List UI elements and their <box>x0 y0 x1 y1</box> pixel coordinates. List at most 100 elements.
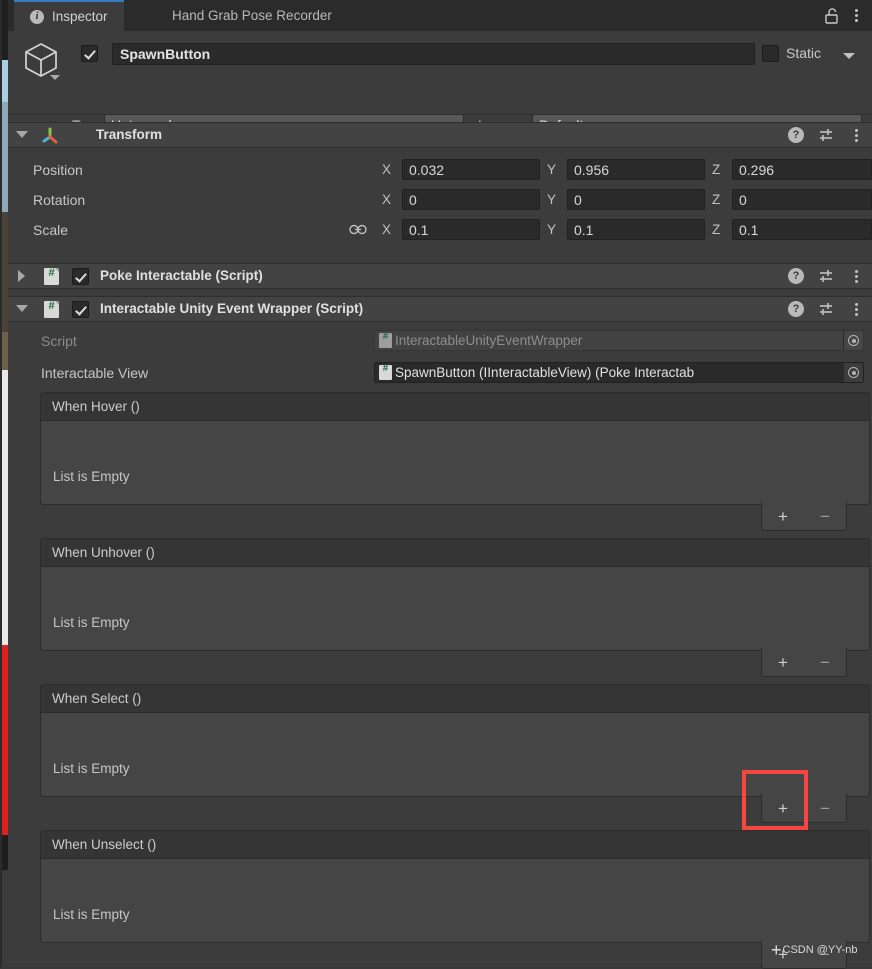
position-x-value: 0.032 <box>409 161 445 178</box>
scale-y-input[interactable]: 0.1 <box>567 219 705 240</box>
rotation-z-input[interactable]: 0 <box>732 189 872 210</box>
axis-label-y: Y <box>547 222 557 237</box>
when-unhover-list-toolbar: + − <box>761 648 847 677</box>
transform-title: Transform <box>96 127 163 142</box>
when-select-add-button[interactable]: + <box>762 794 804 822</box>
when-unhover-remove-button[interactable]: − <box>804 648 846 676</box>
inspector-panel: i Inspector Hand Grab Pose Recorder Spaw… <box>8 0 872 969</box>
static-checkbox[interactable] <box>762 45 779 62</box>
poke-interactable-foldout-icon[interactable] <box>18 270 25 282</box>
kebab-menu-icon[interactable] <box>848 9 864 22</box>
watermark: + CSDN @YY-nb <box>771 941 857 959</box>
info-icon: i <box>30 9 44 24</box>
when-unselect-title: When Unselect () <box>41 831 869 859</box>
position-z-value: 0.296 <box>739 161 775 178</box>
preset-sliders-icon[interactable] <box>818 268 834 284</box>
transform-foldout-icon[interactable] <box>16 131 28 138</box>
tab-bar-actions <box>822 0 872 31</box>
axis-label-z: Z <box>712 162 721 177</box>
event-block-when-hover: When Hover () List is Empty <box>40 392 870 505</box>
position-y-input[interactable]: 0.956 <box>567 159 705 180</box>
axis-label-x: X <box>382 162 392 177</box>
interactable-view-label: Interactable View <box>41 365 149 381</box>
tab-hand-grab-pose-recorder-label: Hand Grab Pose Recorder <box>172 8 332 23</box>
wrapper-body: Script InteractableUnityEventWrapper Int… <box>8 325 872 395</box>
gameobject-enabled-checkbox[interactable] <box>81 45 98 62</box>
script-icon <box>44 300 59 318</box>
rotation-x-value: 0 <box>409 191 417 208</box>
help-icon[interactable]: ? <box>788 127 804 143</box>
poke-interactable-header-actions: ? <box>788 268 864 284</box>
rotation-y-input[interactable]: 0 <box>567 189 705 210</box>
position-z-input[interactable]: 0.296 <box>732 159 872 180</box>
inspector-window: i Inspector Hand Grab Pose Recorder Spaw… <box>0 0 872 969</box>
event-block-when-select: When Select () List is Empty <box>40 684 870 797</box>
transform-row-scale: Scale X 0.1 Y 0.1 Z 0.1 <box>8 218 872 244</box>
scale-x-input[interactable]: 0.1 <box>402 219 540 240</box>
gameobject-header: SpawnButton Static Tag Untagged Layer De… <box>8 31 872 135</box>
transform-axis-icon <box>41 127 59 145</box>
axis-label-z: Z <box>712 192 721 207</box>
wrapper-title: Interactable Unity Event Wrapper (Script… <box>100 301 364 316</box>
preset-sliders-icon[interactable] <box>818 301 834 317</box>
wrapper-enabled-checkbox[interactable] <box>72 301 89 318</box>
when-hover-add-button[interactable]: + <box>762 502 804 530</box>
when-unhover-title: When Unhover () <box>41 539 869 567</box>
script-value: InteractableUnityEventWrapper <box>395 333 583 348</box>
when-unselect-empty-text: List is Empty <box>53 907 130 922</box>
rotation-x-input[interactable]: 0 <box>402 189 540 210</box>
when-select-remove-button[interactable]: − <box>804 794 846 822</box>
position-x-input[interactable]: 0.032 <box>402 159 540 180</box>
constrain-proportions-link-icon[interactable] <box>349 224 367 235</box>
gameobject-name-input[interactable]: SpawnButton <box>112 43 755 65</box>
axis-label-y: Y <box>547 162 557 177</box>
tab-inspector-label: Inspector <box>52 9 108 24</box>
lock-open-icon[interactable] <box>822 7 842 25</box>
transform-body: Position X 0.032 Y 0.956 Z 0.296 Rotatio… <box>8 150 872 258</box>
axis-label-z: Z <box>712 222 721 237</box>
scale-z-input[interactable]: 0.1 <box>732 219 872 240</box>
when-hover-title: When Hover () <box>41 393 869 421</box>
component-header-poke-interactable[interactable]: Poke Interactable (Script) ? <box>8 263 872 289</box>
wrapper-foldout-icon[interactable] <box>16 305 28 312</box>
interactable-view-object-field[interactable]: SpawnButton (IInteractableView) (Poke In… <box>374 362 864 383</box>
static-dropdown-caret-icon[interactable] <box>843 53 855 59</box>
when-hover-empty-text: List is Empty <box>53 469 130 484</box>
kebab-menu-icon[interactable] <box>848 302 864 316</box>
help-icon[interactable]: ? <box>788 268 804 284</box>
component-header-transform[interactable]: Transform ? <box>8 122 872 148</box>
help-icon[interactable]: ? <box>788 301 804 317</box>
script-icon <box>379 363 392 380</box>
when-unselect-list: List is Empty <box>41 859 869 942</box>
poke-interactable-enabled-checkbox[interactable] <box>72 268 89 285</box>
scale-x-value: 0.1 <box>409 221 429 238</box>
event-block-when-unhover: When Unhover () List is Empty <box>40 538 870 651</box>
preset-sliders-icon[interactable] <box>818 127 834 143</box>
gameobject-name-value: SpawnButton <box>120 46 211 62</box>
transform-row-position: Position X 0.032 Y 0.956 Z 0.296 <box>8 158 872 184</box>
when-unhover-add-button[interactable]: + <box>762 648 804 676</box>
script-label: Script <box>41 333 77 349</box>
tab-hand-grab-pose-recorder[interactable]: Hand Grab Pose Recorder <box>156 0 348 31</box>
static-label: Static <box>786 45 822 61</box>
scale-z-value: 0.1 <box>739 221 759 238</box>
component-header-interactable-unity-event-wrapper[interactable]: Interactable Unity Event Wrapper (Script… <box>8 296 872 322</box>
axis-label-y: Y <box>547 192 557 207</box>
when-select-title: When Select () <box>41 685 869 713</box>
scale-y-value: 0.1 <box>574 221 594 238</box>
when-unhover-empty-text: List is Empty <box>53 615 130 630</box>
tab-inspector[interactable]: i Inspector <box>14 0 124 31</box>
when-hover-remove-button[interactable]: − <box>804 502 846 530</box>
object-picker-icon[interactable] <box>843 331 863 350</box>
object-picker-icon[interactable] <box>843 363 863 382</box>
transform-header-actions: ? <box>788 127 864 143</box>
kebab-menu-icon[interactable] <box>848 269 864 283</box>
when-unhover-list: List is Empty <box>41 567 869 650</box>
when-select-list: List is Empty <box>41 713 869 796</box>
kebab-menu-icon[interactable] <box>848 128 864 142</box>
position-label: Position <box>33 162 83 178</box>
axis-label-x: X <box>382 222 392 237</box>
cube-dropdown-caret-icon[interactable] <box>50 75 60 80</box>
script-icon <box>379 331 392 348</box>
rotation-label: Rotation <box>33 192 86 208</box>
